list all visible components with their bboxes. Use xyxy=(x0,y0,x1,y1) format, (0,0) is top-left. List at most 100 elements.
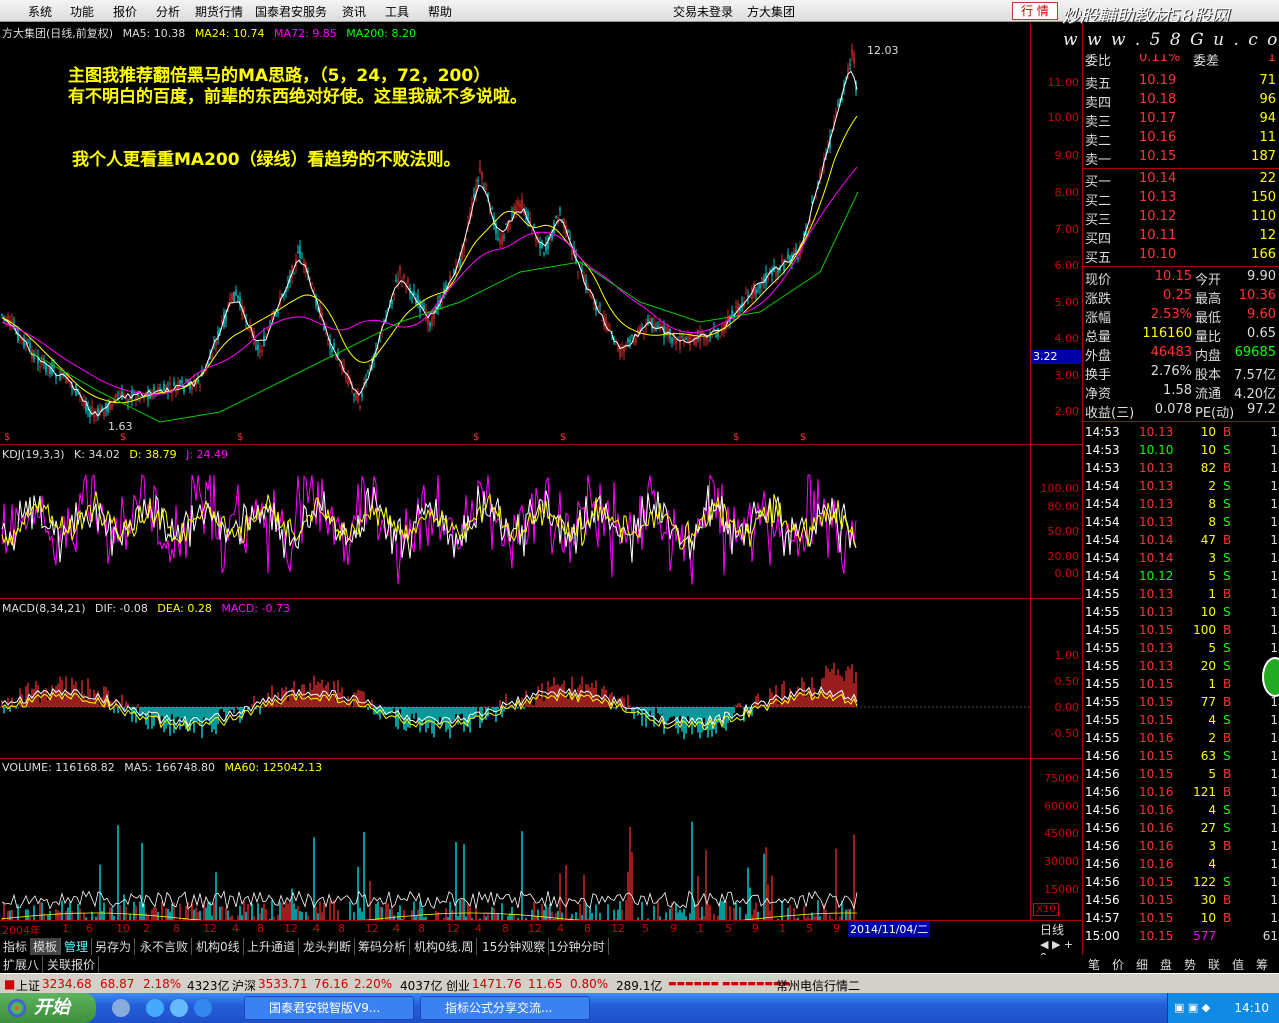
tab-template[interactable]: 模板 xyxy=(30,938,62,955)
date-label: 12 xyxy=(611,922,625,935)
volume-panel[interactable]: VOLUME: 116168.82 MA5: 166748.80 MA60: 1… xyxy=(0,759,1030,920)
quote-panel: w w w . 5 8 G u . c o m 委比 0.11% 委差 1 卖五… xyxy=(1063,22,1279,972)
tab-related-quote[interactable]: 关联报价 xyxy=(44,956,100,973)
menu-help[interactable]: 帮助 xyxy=(428,3,452,20)
date-label: 12 xyxy=(446,922,460,935)
menu-quote[interactable]: 报价 xyxy=(113,3,137,20)
tab-detail[interactable]: 细 xyxy=(1136,956,1148,973)
date-label: 12 xyxy=(203,922,217,935)
candle-body xyxy=(657,325,659,328)
tab-extension[interactable]: 扩展八 xyxy=(0,956,44,973)
chart-area[interactable]: 方大集团(日线,前复权) MA5: 10.38 MA24: 10.74 MA72… xyxy=(0,22,1082,937)
date-label: 10 xyxy=(116,922,130,935)
hs-label[interactable]: 沪深 xyxy=(232,977,256,994)
candle-body xyxy=(617,348,619,351)
candle-body xyxy=(477,179,479,182)
menu-futures[interactable]: 期货行情 xyxy=(195,3,243,20)
macd-panel[interactable]: MACD(8,34,21) DIF: -0.08 DEA: 0.28 MACD:… xyxy=(0,599,1030,759)
candle-body xyxy=(431,316,433,325)
menu-gtja-service[interactable]: 国泰君安服务 xyxy=(255,3,327,20)
ie-icon[interactable] xyxy=(170,999,188,1017)
kdj-scale: 100.00 80.00 50.00 20.00 0.00 xyxy=(1030,445,1082,599)
tab-never-give-up[interactable]: 永不言败 xyxy=(137,938,193,955)
menu-function[interactable]: 功能 xyxy=(70,3,94,20)
taskbar-window-forum[interactable]: 指标公式分享交流... xyxy=(420,996,590,1020)
bid-row: 买二 10.13 150 xyxy=(1085,190,1276,209)
tick-row: 15:00 10.15 577 61 xyxy=(1085,929,1278,943)
candle-body xyxy=(519,203,521,209)
candle-body xyxy=(441,301,443,303)
candle-body xyxy=(849,64,851,66)
menu-analysis[interactable]: 分析 xyxy=(156,3,180,20)
candle-body xyxy=(115,393,117,398)
tab-link[interactable]: 联 xyxy=(1208,956,1220,973)
desktop-icon[interactable] xyxy=(112,999,130,1017)
indicator-tabs: 指标 模板 管理 另存为 永不言败 机构0线 上升通道 龙头判断 筹码分析 机构… xyxy=(0,937,1082,964)
candle-body xyxy=(361,392,363,398)
tab-price[interactable]: 价 xyxy=(1112,956,1124,973)
tab-value[interactable]: 值 xyxy=(1232,956,1244,973)
candle-body xyxy=(781,259,783,263)
candle-body xyxy=(41,356,43,365)
news-ticker[interactable]: 常州电信行情二 xyxy=(776,977,860,994)
candle-body xyxy=(199,384,201,386)
menu-tools[interactable]: 工具 xyxy=(385,3,409,20)
tab-leader[interactable]: 龙头判断 xyxy=(300,938,356,955)
tab-trend[interactable]: 势 xyxy=(1184,956,1196,973)
dividend-marker: $ xyxy=(120,432,126,443)
candle-body xyxy=(605,317,607,331)
sh-label[interactable]: 上证 xyxy=(16,977,40,994)
candle-body xyxy=(169,382,171,385)
menu-system[interactable]: 系统 xyxy=(28,3,52,20)
tab-inst-week[interactable]: 机构0线.周 xyxy=(411,938,478,955)
trade-status[interactable]: 交易未登录 xyxy=(673,3,733,20)
price-tick: 9.00 xyxy=(1054,149,1080,162)
period-label[interactable]: 日线 xyxy=(1040,921,1064,938)
tab-up-channel[interactable]: 上升通道 xyxy=(244,938,300,955)
tab-tick[interactable]: 笔 xyxy=(1088,956,1100,973)
kdj-panel[interactable]: KDJ(19,3,3) K: 34.02 D: 38.79 J: 24.49 xyxy=(0,445,1030,599)
cy-label[interactable]: 创业 xyxy=(446,977,470,994)
candle-body xyxy=(267,328,269,331)
quote-button[interactable]: 行 情 xyxy=(1012,2,1058,20)
candle-body xyxy=(509,224,511,226)
candle-body xyxy=(27,341,29,344)
ie-icon[interactable] xyxy=(146,999,164,1017)
clock[interactable]: 14:10 xyxy=(1234,1001,1269,1015)
tab-chip[interactable]: 筹码分析 xyxy=(355,938,411,955)
tab-1min[interactable]: 1分钟分时 xyxy=(546,938,609,955)
candle-body xyxy=(91,406,93,412)
candle-body xyxy=(391,300,393,305)
menu-news[interactable]: 资讯 xyxy=(342,3,366,20)
tray-icons[interactable]: ▣ ▣ ◆ xyxy=(1174,1001,1210,1014)
candle-body xyxy=(515,205,517,212)
date-label: 12 xyxy=(528,922,542,935)
candle-body xyxy=(687,336,689,342)
tab-board[interactable]: 盘 xyxy=(1160,956,1172,973)
tick-row: 14:53 10.13 82 B 1 xyxy=(1085,461,1278,475)
taskbar-window-gtja[interactable]: 国泰君安锐智版V9... xyxy=(244,996,414,1020)
candle-body xyxy=(533,224,535,227)
candle-body xyxy=(93,414,95,418)
stat-row: 外盘 46483 内盘 69685 xyxy=(1085,345,1276,364)
tab-chips[interactable]: 筹 xyxy=(1256,956,1268,973)
candle-body xyxy=(715,335,717,338)
stat-row: 总量 116160 量比 0.65 xyxy=(1085,326,1276,345)
candle-body xyxy=(303,259,305,268)
tab-save-as[interactable]: 另存为 xyxy=(92,938,136,955)
candle-body xyxy=(399,265,401,272)
tab-inst-line[interactable]: 机构0线 xyxy=(193,938,244,955)
tick-row: 14:56 10.16 4 S 1 xyxy=(1085,803,1278,817)
candle-body xyxy=(499,238,501,245)
quicklaunch-icon[interactable] xyxy=(194,999,212,1017)
tab-15min[interactable]: 15分钟观察 xyxy=(479,938,550,955)
tab-indicator[interactable]: 指标 xyxy=(0,938,32,955)
kline-panel[interactable]: 方大集团(日线,前复权) MA5: 10.38 MA24: 10.74 MA72… xyxy=(0,22,1030,445)
candle-body xyxy=(665,326,667,334)
tab-manage[interactable]: 管理 xyxy=(61,938,93,955)
candle-body xyxy=(459,258,461,267)
candle-body xyxy=(599,305,601,307)
ask-row: 卖三 10.17 94 xyxy=(1085,111,1276,130)
candle-body xyxy=(479,166,481,173)
candle-body xyxy=(235,290,237,296)
